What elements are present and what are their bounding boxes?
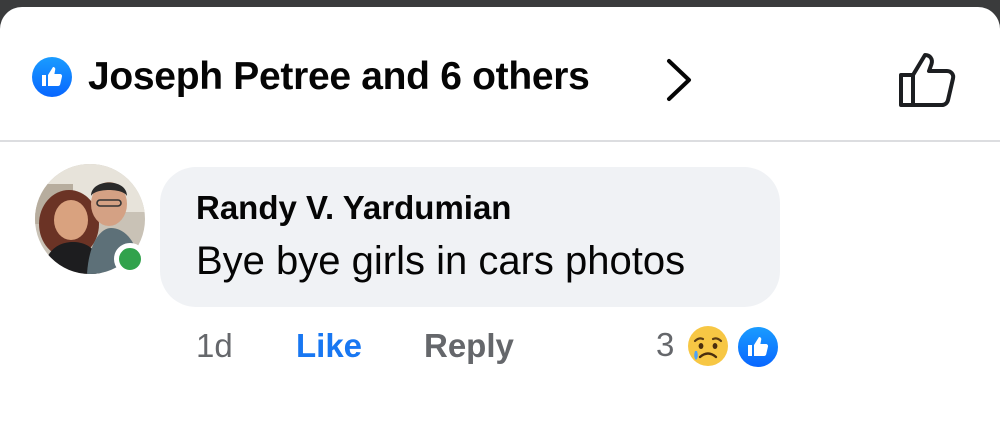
reactors-summary[interactable]: Joseph Petree and 6 others [88, 55, 590, 99]
reactions-summary-bar[interactable]: Joseph Petree and 6 others [0, 7, 1000, 142]
thumbs-up-outline-icon[interactable] [895, 51, 957, 109]
sad-reaction-icon[interactable] [686, 324, 730, 368]
online-status-indicator [114, 243, 146, 275]
like-reaction-icon [32, 57, 72, 97]
chevron-right-icon[interactable] [664, 57, 694, 103]
comment-text: Bye bye girls in cars photos [196, 239, 686, 283]
reply-button[interactable]: Reply [424, 327, 514, 365]
comment-bubble[interactable]: Randy V. Yardumian Bye bye girls in cars… [160, 167, 780, 307]
reactions-sheet: Joseph Petree and 6 others Randy V. Yard… [0, 7, 1000, 428]
like-reaction-icon[interactable] [735, 324, 781, 370]
comment-author[interactable]: Randy V. Yardumian [196, 189, 511, 227]
reaction-count[interactable]: 3 [656, 326, 674, 364]
comment-timestamp[interactable]: 1d [196, 327, 233, 365]
like-button[interactable]: Like [296, 327, 362, 365]
